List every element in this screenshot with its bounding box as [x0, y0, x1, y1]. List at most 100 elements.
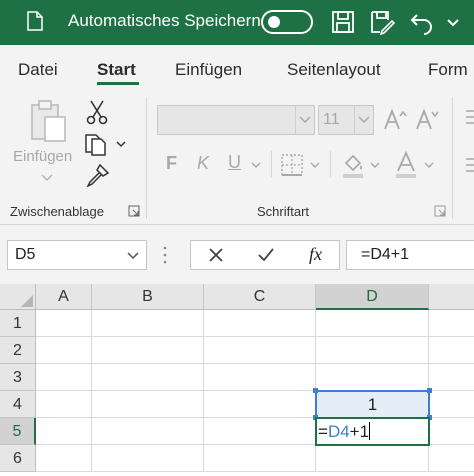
decrease-font-size-icon[interactable] — [414, 107, 440, 133]
cut-icon[interactable] — [86, 99, 108, 125]
tab-datei[interactable]: Datei — [18, 60, 58, 80]
row-header-5[interactable]: 5 — [0, 418, 36, 445]
cell-b4[interactable] — [92, 391, 204, 418]
paste-label[interactable]: Einfügen — [13, 148, 72, 165]
cell-a6[interactable] — [36, 445, 92, 472]
cell-d3[interactable] — [316, 364, 429, 391]
select-all-icon — [21, 295, 33, 307]
cell-e6[interactable] — [429, 445, 474, 472]
column-header-c[interactable]: C — [204, 284, 316, 310]
cell-a4[interactable] — [36, 391, 92, 418]
font-size-dropdown[interactable] — [354, 106, 373, 134]
cell-d4-value: 1 — [367, 395, 378, 414]
borders-icon[interactable] — [280, 153, 304, 177]
cell-e3[interactable] — [429, 364, 474, 391]
formula-prefix: = — [318, 422, 328, 441]
cell-a3[interactable] — [36, 364, 92, 391]
row-header-4[interactable]: 4 — [0, 391, 36, 418]
enter-checkmark-icon[interactable] — [257, 247, 275, 263]
cell-d2[interactable] — [316, 337, 429, 364]
toggle-knob — [268, 16, 280, 28]
format-painter-icon[interactable] — [86, 163, 110, 187]
row-header-2[interactable]: 2 — [0, 337, 36, 364]
copy-dropdown-icon[interactable] — [115, 139, 127, 149]
font-name-dropdown[interactable] — [295, 106, 314, 134]
formula-input[interactable]: =D4+1 — [346, 240, 474, 270]
save-edit-icon[interactable] — [369, 9, 395, 35]
cell-e5[interactable] — [429, 418, 474, 445]
insert-function-button[interactable]: fx — [309, 244, 322, 265]
cell-c2[interactable] — [204, 337, 316, 364]
name-box[interactable]: D5 — [7, 240, 147, 270]
cell-a1[interactable] — [36, 310, 92, 337]
tab-seitenlayout[interactable]: Seitenlayout — [287, 60, 381, 80]
formula-bar: D5 fx =D4+1 — [0, 225, 474, 284]
cell-c4[interactable] — [204, 391, 316, 418]
reference-handle[interactable] — [313, 388, 318, 393]
cell-d6[interactable] — [316, 445, 429, 472]
save-icon[interactable] — [330, 9, 356, 35]
column-header-e[interactable] — [429, 284, 474, 310]
cell-d5[interactable]: =D4+1 — [315, 417, 430, 446]
fill-color-icon[interactable] — [340, 151, 366, 179]
underline-button[interactable]: U — [228, 152, 241, 173]
copy-icon[interactable] — [84, 132, 108, 156]
formula-bar-grip-icon[interactable] — [163, 245, 167, 265]
tab-start[interactable]: Start — [97, 60, 136, 80]
font-group-label: Schriftart — [257, 204, 310, 219]
row-header-3[interactable]: 3 — [0, 364, 36, 391]
cell-b5[interactable] — [92, 418, 204, 445]
reference-handle[interactable] — [427, 388, 432, 393]
column-header-b[interactable]: B — [92, 284, 204, 310]
paste-dropdown-icon[interactable] — [40, 173, 54, 183]
cell-c1[interactable] — [204, 310, 316, 337]
cell-d1[interactable] — [316, 310, 429, 337]
cell-b3[interactable] — [92, 364, 204, 391]
row-header-1[interactable]: 1 — [0, 310, 36, 337]
cell-a5[interactable] — [36, 418, 92, 445]
formula-actions: fx — [190, 240, 340, 270]
cell-c6[interactable] — [204, 445, 316, 472]
font-color-dropdown-icon[interactable] — [424, 161, 434, 169]
group-separator — [452, 97, 453, 219]
tab-formeln[interactable]: Form — [428, 60, 468, 80]
chevron-down-icon — [358, 116, 370, 124]
underline-dropdown-icon[interactable] — [251, 161, 261, 169]
row-header-6[interactable]: 6 — [0, 445, 36, 472]
chevron-down-icon[interactable] — [127, 252, 139, 260]
formula-suffix: +1 — [349, 422, 370, 441]
alignment-lines-icon[interactable] — [462, 105, 474, 185]
name-box-value: D5 — [15, 246, 36, 263]
clipboard-launcher-icon[interactable] — [128, 205, 140, 217]
undo-dropdown-icon[interactable] — [443, 9, 463, 35]
increase-font-size-icon[interactable] — [382, 107, 408, 133]
font-color-icon[interactable] — [393, 151, 419, 179]
cell-a2[interactable] — [36, 337, 92, 364]
italic-button[interactable]: K — [197, 153, 209, 174]
tab-einfuegen[interactable]: Einfügen — [175, 60, 242, 80]
cell-b2[interactable] — [92, 337, 204, 364]
formula-reference: D4 — [327, 422, 350, 441]
column-header-a[interactable]: A — [36, 284, 92, 310]
cell-b1[interactable] — [92, 310, 204, 337]
bold-button[interactable]: F — [166, 153, 177, 174]
ribbon-tabs: Datei Start Einfügen Seitenlayout Form — [0, 45, 474, 91]
borders-dropdown-icon[interactable] — [310, 161, 320, 169]
autosave-toggle[interactable] — [261, 10, 313, 34]
font-size-combobox[interactable]: 11 — [318, 105, 374, 135]
cell-e1[interactable] — [429, 310, 474, 337]
cell-c3[interactable] — [204, 364, 316, 391]
font-launcher-icon[interactable] — [434, 205, 446, 217]
cell-d4[interactable]: 1 — [315, 390, 430, 419]
cell-b6[interactable] — [92, 445, 204, 472]
cancel-icon[interactable] — [208, 247, 224, 263]
column-header-d[interactable]: D — [316, 284, 429, 310]
cell-e4[interactable] — [429, 391, 474, 418]
undo-icon[interactable] — [409, 9, 435, 35]
font-name-combobox[interactable] — [157, 105, 315, 135]
cell-e2[interactable] — [429, 337, 474, 364]
cell-c5[interactable] — [204, 418, 316, 445]
paste-icon[interactable] — [28, 99, 68, 143]
fill-color-dropdown-icon[interactable] — [370, 161, 380, 169]
select-all-corner[interactable] — [0, 284, 36, 310]
